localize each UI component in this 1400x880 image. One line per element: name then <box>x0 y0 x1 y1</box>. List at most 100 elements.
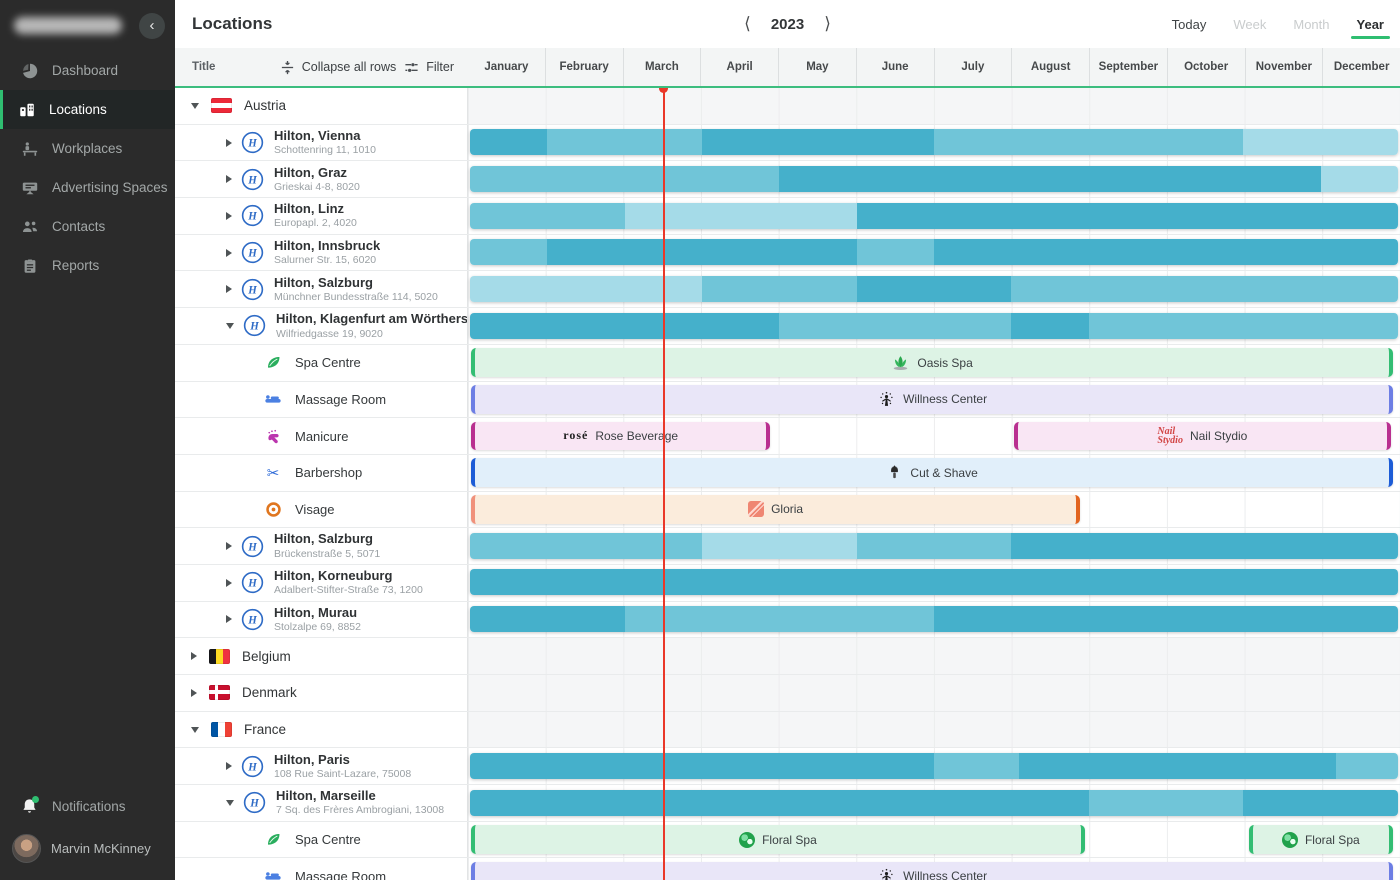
avatar <box>12 834 41 863</box>
caret-right-icon[interactable] <box>226 615 232 623</box>
view-toggle-today[interactable]: Today <box>1172 17 1207 32</box>
booking-bar[interactable]: Willness Center <box>471 385 1393 414</box>
month-cell: March <box>623 48 701 86</box>
year-nav: ⟨ 2023 ⟩ <box>740 14 835 34</box>
service-row: Spa CentreFloral SpaFloral Spa <box>175 822 1400 859</box>
row-title-cell[interactable]: Spa Centre <box>175 822 468 858</box>
row-title-cell[interactable]: HHilton, SalzburgMünchner Bundesstraße 1… <box>175 271 468 307</box>
availability-segment <box>857 533 1012 559</box>
sidebar-item-reports[interactable]: Reports <box>0 246 175 285</box>
scissors-icon: ✂ <box>263 463 283 483</box>
hotel-address: Grieskai 4-8, 8020 <box>274 181 360 194</box>
availability-segment <box>1089 790 1244 816</box>
availability-bar[interactable] <box>470 606 1398 632</box>
sidebar-item-label: Locations <box>49 102 107 117</box>
hilton-logo: H <box>243 791 266 814</box>
booking-bar[interactable]: Cut & Shave <box>471 458 1393 487</box>
view-toggle-month[interactable]: Month <box>1293 17 1329 32</box>
sidebar-item-advertising-spaces[interactable]: Advertising Spaces <box>0 168 175 207</box>
row-title-cell[interactable]: HHilton, GrazGrieskai 4-8, 8020 <box>175 161 468 197</box>
tree-header: Title Collapse all rows Filter <box>175 48 468 86</box>
booking-bar[interactable]: Gloria <box>471 495 1080 524</box>
chevron-right-icon[interactable]: ⟩ <box>820 14 835 34</box>
notifications-item[interactable]: Notifications <box>0 787 175 826</box>
row-title-cell[interactable]: Denmark <box>175 675 468 711</box>
sidebar-item-locations[interactable]: Locations <box>0 90 175 129</box>
row-title-cell[interactable]: HHilton, LinzEuropapl. 2, 4020 <box>175 198 468 234</box>
view-toggle-week[interactable]: Week <box>1233 17 1266 32</box>
row-title-cell[interactable]: Massage Room <box>175 858 468 880</box>
filter-button[interactable]: Filter <box>404 60 454 75</box>
sidebar-item-dashboard[interactable]: Dashboard <box>0 51 175 90</box>
row-title-cell[interactable]: HHilton, ViennaSchottenring 11, 1010 <box>175 125 468 161</box>
caret-right-icon[interactable] <box>226 542 232 550</box>
row-title-cell[interactable]: Spa Centre <box>175 345 468 381</box>
user-profile[interactable]: Marvin McKinney <box>0 826 175 870</box>
caret-right-icon[interactable] <box>191 652 197 660</box>
availability-bar[interactable] <box>470 569 1398 595</box>
chevron-left-icon[interactable]: ⟨ <box>740 14 755 34</box>
row-title-cell[interactable]: HHilton, SalzburgBrückenstraße 5, 5071 <box>175 528 468 564</box>
caret-down-icon[interactable] <box>191 103 199 109</box>
caret-down-icon[interactable] <box>226 800 234 806</box>
month-cell: January <box>468 48 545 86</box>
country-row: Denmark <box>175 675 1400 712</box>
row-title-cell[interactable]: ✂Barbershop <box>175 455 468 491</box>
view-toggle-year[interactable]: Year <box>1357 17 1384 32</box>
caret-right-icon[interactable] <box>226 579 232 587</box>
caret-right-icon[interactable] <box>226 249 232 257</box>
svg-text:H: H <box>247 761 257 773</box>
availability-bar[interactable] <box>470 790 1398 816</box>
row-title-cell[interactable]: HHilton, KorneuburgAdalbert-Stifter-Stra… <box>175 565 468 601</box>
availability-bar[interactable] <box>470 313 1398 339</box>
caret-down-icon[interactable] <box>226 323 234 329</box>
booking-bar[interactable]: roséRose Beverage <box>471 422 770 451</box>
hotel-text: Hilton, SalzburgBrückenstraße 5, 5071 <box>274 531 380 560</box>
row-title-cell[interactable]: Visage <box>175 492 468 528</box>
collapse-all-rows-button[interactable]: Collapse all rows <box>280 60 396 75</box>
row-title-cell[interactable]: HHilton, Klagenfurt am WörtherseeWilfrie… <box>175 308 468 344</box>
availability-bar[interactable] <box>470 203 1398 229</box>
booking-bar[interactable]: NailStydioNail Stydio <box>1014 422 1391 451</box>
availability-bar[interactable] <box>470 239 1398 265</box>
row-title-cell[interactable]: Massage Room <box>175 382 468 418</box>
row-title-cell[interactable]: HHilton, MurauStolzalpe 69, 8852 <box>175 602 468 638</box>
row-title-cell[interactable]: HHilton, Marseille7 Sq. des Frères Ambro… <box>175 785 468 821</box>
availability-segment <box>470 313 779 339</box>
hotel-name: Hilton, Vienna <box>274 128 376 144</box>
row-title-cell[interactable]: Austria <box>175 88 468 124</box>
availability-bar[interactable] <box>470 129 1398 155</box>
row-title-cell[interactable]: Belgium <box>175 638 468 674</box>
sidebar-collapse-button[interactable]: ‹ <box>139 13 165 39</box>
caret-right-icon[interactable] <box>226 212 232 220</box>
row-title-cell[interactable]: Manicure <box>175 418 468 454</box>
sidebar-item-contacts[interactable]: Contacts <box>0 207 175 246</box>
sidebar-nav: Dashboard Locations WorkplacesAdvertising … <box>0 51 175 285</box>
service-label: Visage <box>295 502 335 517</box>
hotel-name: Hilton, Salzburg <box>274 275 438 291</box>
caret-right-icon[interactable] <box>226 285 232 293</box>
row-timeline-cell <box>468 198 1400 234</box>
availability-bar[interactable] <box>470 753 1398 779</box>
booking-bar[interactable]: Willness Center <box>471 862 1393 880</box>
booking-bar[interactable]: Oasis Spa <box>471 348 1393 377</box>
row-title-cell[interactable]: France <box>175 712 468 748</box>
row-timeline-cell <box>468 675 1400 711</box>
caret-right-icon[interactable] <box>226 175 232 183</box>
notifications-label: Notifications <box>52 799 126 814</box>
sidebar-item-label: Reports <box>52 258 99 273</box>
caret-right-icon[interactable] <box>191 689 197 697</box>
caret-right-icon[interactable] <box>226 139 232 147</box>
caret-down-icon[interactable] <box>191 727 199 733</box>
row-title-cell[interactable]: HHilton, Paris108 Rue Saint-Lazare, 7500… <box>175 748 468 784</box>
availability-bar[interactable] <box>470 533 1398 559</box>
row-title-cell[interactable]: HHilton, InnsbruckSalurner Str. 15, 6020 <box>175 235 468 271</box>
booking-bar[interactable]: Floral Spa <box>471 825 1085 854</box>
caret-right-icon[interactable] <box>226 762 232 770</box>
sidebar-item-workplaces[interactable]: Workplaces <box>0 129 175 168</box>
availability-bar[interactable] <box>470 166 1398 192</box>
availability-bar[interactable] <box>470 276 1398 302</box>
hotel-address: Salurner Str. 15, 6020 <box>274 254 380 267</box>
booking-bar[interactable]: Floral Spa <box>1249 825 1394 854</box>
hotel-name: Hilton, Korneuburg <box>274 568 423 584</box>
